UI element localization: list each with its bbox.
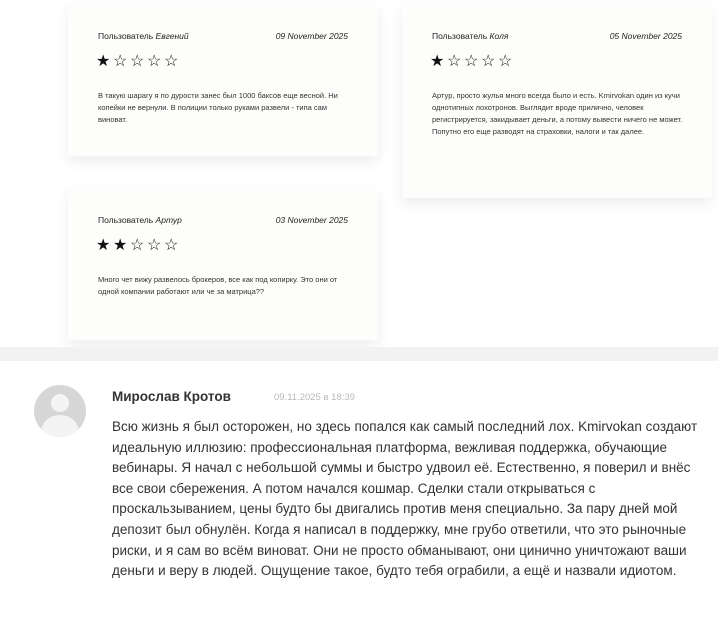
star-rating: ★ ☆ ☆ ☆ ☆ [96, 54, 181, 70]
star-empty-icon: ☆ [113, 53, 128, 70]
section-divider [0, 347, 718, 361]
review-card: Пользователь Артур 03 November 2025 ★ ★ ☆ ☆… [68, 188, 378, 340]
star-empty-icon: ☆ [481, 53, 496, 70]
review-text: В такую шарагу я по дурости занес был 10… [98, 91, 338, 124]
star-empty-icon: ☆ [464, 53, 479, 70]
star-empty-icon: ☆ [164, 237, 179, 254]
review-date: 03 November 2025 [275, 215, 348, 225]
star-filled-icon: ★ [430, 53, 445, 70]
comment-author[interactable]: Мирослав Кротов [112, 389, 231, 404]
star-empty-icon: ☆ [498, 53, 513, 70]
comment-timestamp[interactable]: 09.11.2025 в 18:39 [274, 392, 355, 403]
star-rating: ★ ★ ☆ ☆ ☆ [96, 238, 181, 254]
review-date: 05 November 2025 [609, 31, 682, 41]
star-empty-icon: ☆ [147, 53, 162, 70]
review-user: Пользователь Евгений [98, 31, 189, 41]
star-filled-icon: ★ [96, 53, 111, 70]
comment-text: Всю жизнь я был осторожен, но здесь попа… [112, 419, 698, 579]
star-empty-icon: ☆ [447, 53, 462, 70]
review-card: Пользователь Евгений 09 November 2025 ★ ☆… [68, 4, 378, 156]
review-text: Артур, просто жулья много всегда было и … [432, 91, 683, 136]
reviews-section: Пользователь Евгений 09 November 2025 ★ ☆… [0, 0, 718, 347]
review-card: Пользователь Коля 05 November 2025 ★ ☆ ☆ ☆ ☆… [402, 4, 712, 198]
comment: Мирослав Кротов 09.11.2025 в 18:39 Всю ж… [0, 361, 718, 637]
star-empty-icon: ☆ [130, 53, 145, 70]
review-date: 09 November 2025 [275, 31, 348, 41]
star-filled-icon: ★ [96, 237, 111, 254]
star-empty-icon: ☆ [164, 53, 179, 70]
star-filled-icon: ★ [113, 237, 128, 254]
review-user: Пользователь Коля [432, 31, 509, 41]
star-rating: ★ ☆ ☆ ☆ ☆ [430, 54, 515, 70]
review-user: Пользователь Артур [98, 215, 182, 225]
star-empty-icon: ☆ [130, 237, 145, 254]
review-text: Много чет вижу развелось брокеров, все к… [98, 275, 338, 296]
star-empty-icon: ☆ [147, 237, 162, 254]
avatar [34, 385, 86, 437]
